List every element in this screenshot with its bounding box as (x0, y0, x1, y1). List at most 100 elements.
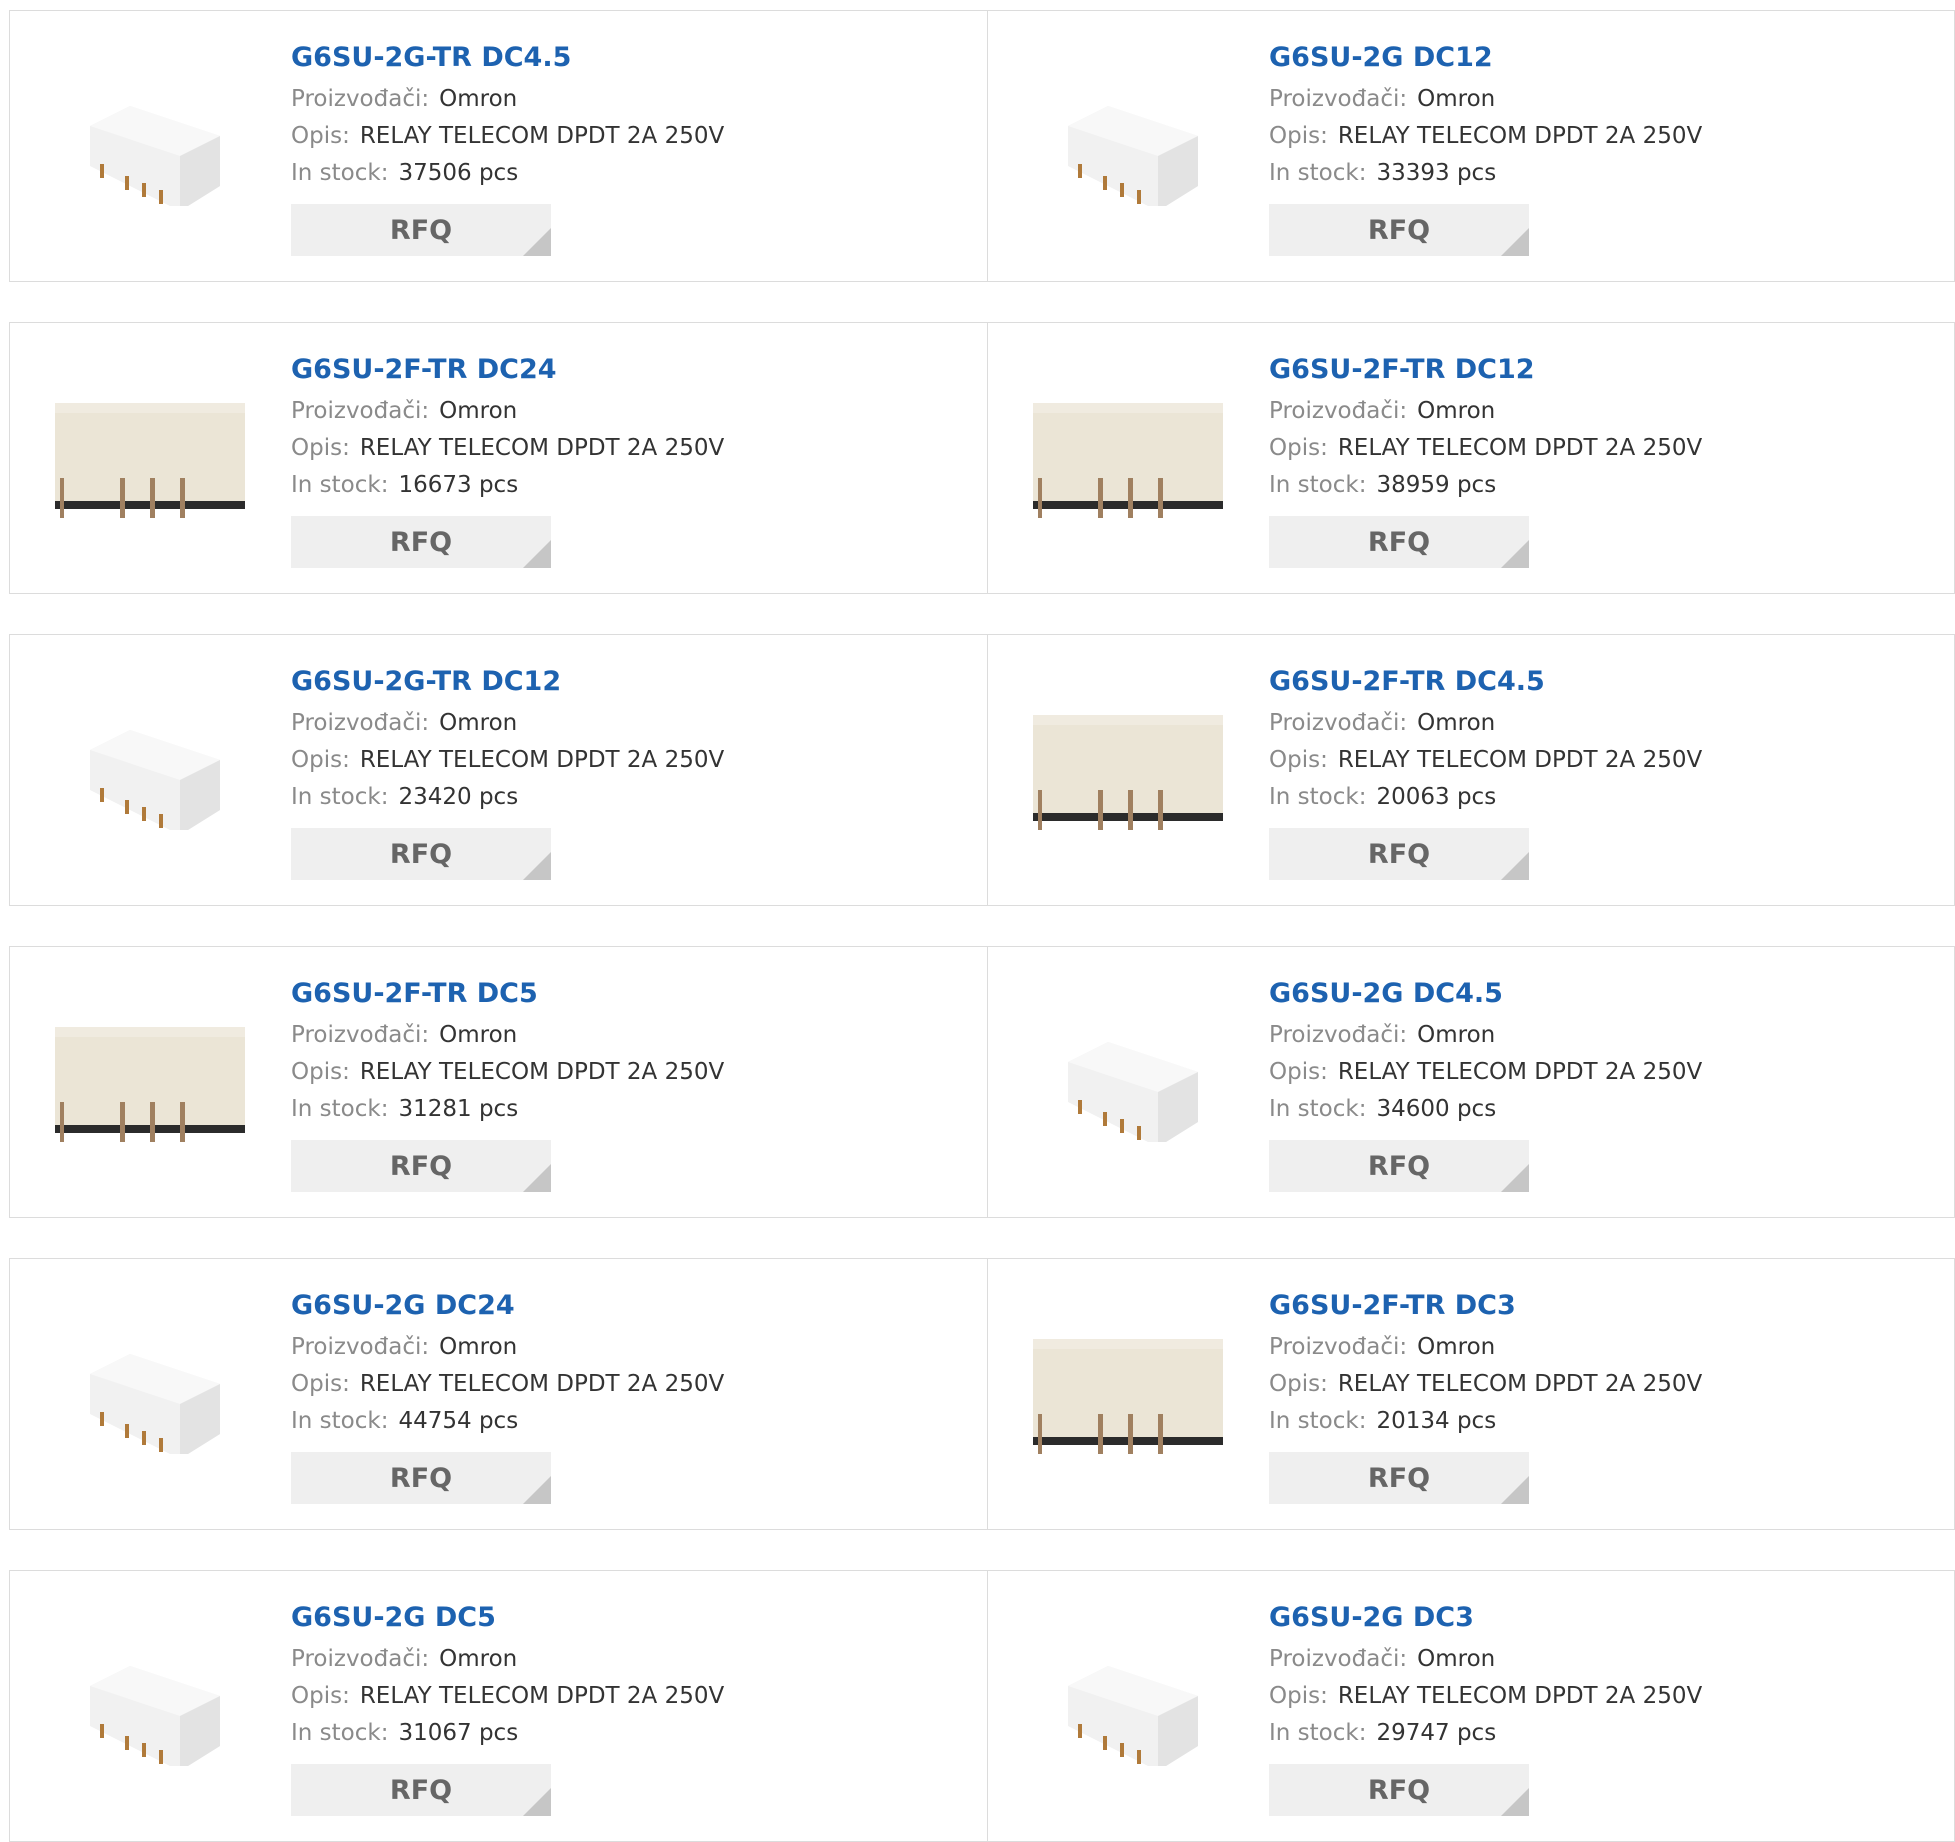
manufacturer-label: Proizvođači: (1269, 1646, 1408, 1672)
product-row: G6SU-2G-TR DC4.5 Proizvođači: Omron Opis: RE… (9, 10, 1955, 282)
stock-value: 38959 pcs (1376, 472, 1497, 498)
description-value: RELAY TELECOM DPDT 2A 250V (1337, 123, 1703, 149)
description-value: RELAY TELECOM DPDT 2A 250V (1337, 1059, 1703, 1085)
stock-label: In stock: (1269, 472, 1367, 498)
product-title-link[interactable]: G6SU-2G-TR DC12 (291, 665, 724, 699)
stock-line: In stock: 23420 pcs (291, 779, 724, 816)
rfq-label: RFQ (389, 214, 453, 246)
stock-value: 44754 pcs (398, 1408, 519, 1434)
product-row: G6SU-2F-TR DC5 Proizvođači: Omron Opis: RELA… (9, 946, 1955, 1218)
product-title-link[interactable]: G6SU-2G DC24 (291, 1289, 724, 1323)
description-line: Opis: RELAY TELECOM DPDT 2A 250V (1269, 1678, 1702, 1715)
rfq-button[interactable]: RFQ (1269, 204, 1529, 256)
rfq-label: RFQ (1367, 214, 1431, 246)
stock-value: 31067 pcs (398, 1720, 519, 1746)
description-value: RELAY TELECOM DPDT 2A 250V (1337, 1371, 1703, 1397)
product-image[interactable] (1028, 1611, 1228, 1801)
product-row: G6SU-2F-TR DC24 Proizvođači: Omron Opis: REL… (9, 322, 1955, 594)
corner-triangle-icon (1501, 540, 1529, 568)
description-line: Opis: RELAY TELECOM DPDT 2A 250V (291, 1054, 724, 1091)
rfq-label: RFQ (389, 1462, 453, 1494)
product-row: G6SU-2G-TR DC12 Proizvođači: Omron Opis: REL… (9, 634, 1955, 906)
description-line: Opis: RELAY TELECOM DPDT 2A 250V (1269, 1054, 1702, 1091)
description-line: Opis: RELAY TELECOM DPDT 2A 250V (291, 118, 724, 155)
manufacturer-label: Proizvođači: (1269, 398, 1408, 424)
description-line: Opis: RELAY TELECOM DPDT 2A 250V (291, 1678, 724, 1715)
corner-triangle-icon (1501, 228, 1529, 256)
product-image[interactable] (50, 675, 250, 865)
manufacturer-line: Proizvođači: Omron (291, 393, 724, 430)
stock-line: In stock: 33393 pcs (1269, 155, 1702, 192)
product-card: G6SU-2F-TR DC5 Proizvođači: Omron Opis: RELA… (10, 947, 988, 1217)
description-label: Opis: (291, 1371, 350, 1397)
stock-value: 16673 pcs (398, 472, 519, 498)
manufacturer-value: Omron (1417, 710, 1496, 736)
stock-value: 37506 pcs (398, 160, 519, 186)
manufacturer-value: Omron (439, 1334, 518, 1360)
rfq-button[interactable]: RFQ (291, 204, 551, 256)
stock-label: In stock: (291, 1408, 389, 1434)
corner-triangle-icon (523, 228, 551, 256)
rfq-button[interactable]: RFQ (1269, 516, 1529, 568)
description-line: Opis: RELAY TELECOM DPDT 2A 250V (1269, 742, 1702, 779)
rfq-button[interactable]: RFQ (291, 516, 551, 568)
product-title-link[interactable]: G6SU-2G-TR DC4.5 (291, 41, 724, 75)
description-line: Opis: RELAY TELECOM DPDT 2A 250V (1269, 430, 1702, 467)
product-image[interactable] (50, 1611, 250, 1801)
rfq-button[interactable]: RFQ (1269, 1452, 1529, 1504)
manufacturer-value: Omron (439, 398, 518, 424)
manufacturer-line: Proizvođači: Omron (291, 81, 724, 118)
product-title-link[interactable]: G6SU-2F-TR DC5 (291, 977, 724, 1011)
product-title-link[interactable]: G6SU-2F-TR DC24 (291, 353, 724, 387)
product-image[interactable] (50, 363, 250, 553)
product-image[interactable] (1028, 987, 1228, 1177)
corner-triangle-icon (523, 1476, 551, 1504)
rfq-button[interactable]: RFQ (1269, 828, 1529, 880)
rfq-button[interactable]: RFQ (1269, 1764, 1529, 1816)
description-label: Opis: (291, 1059, 350, 1085)
manufacturer-label: Proizvođači: (291, 86, 430, 112)
description-label: Opis: (291, 747, 350, 773)
description-label: Opis: (291, 435, 350, 461)
product-image[interactable] (1028, 1299, 1228, 1489)
product-title-link[interactable]: G6SU-2F-TR DC12 (1269, 353, 1702, 387)
product-image[interactable] (1028, 363, 1228, 553)
manufacturer-value: Omron (1417, 398, 1496, 424)
product-title-link[interactable]: G6SU-2G DC12 (1269, 41, 1702, 75)
manufacturer-value: Omron (1417, 1646, 1496, 1672)
rfq-label: RFQ (1367, 526, 1431, 558)
manufacturer-value: Omron (439, 710, 518, 736)
stock-value: 20134 pcs (1376, 1408, 1497, 1434)
product-title-link[interactable]: G6SU-2G DC3 (1269, 1601, 1702, 1635)
corner-triangle-icon (1501, 1476, 1529, 1504)
corner-triangle-icon (523, 1788, 551, 1816)
manufacturer-line: Proizvođači: Omron (291, 1641, 724, 1678)
rfq-button[interactable]: RFQ (291, 1140, 551, 1192)
stock-line: In stock: 38959 pcs (1269, 467, 1702, 504)
manufacturer-line: Proizvođači: Omron (1269, 1329, 1702, 1366)
product-card: G6SU-2F-TR DC4.5 Proizvođači: Omron Opis: RE… (988, 635, 1955, 905)
rfq-button[interactable]: RFQ (291, 1452, 551, 1504)
product-title-link[interactable]: G6SU-2F-TR DC4.5 (1269, 665, 1702, 699)
rfq-label: RFQ (389, 526, 453, 558)
description-label: Opis: (1269, 1683, 1328, 1709)
product-title-link[interactable]: G6SU-2F-TR DC3 (1269, 1289, 1702, 1323)
product-image[interactable] (50, 51, 250, 241)
description-value: RELAY TELECOM DPDT 2A 250V (359, 435, 725, 461)
product-image[interactable] (50, 1299, 250, 1489)
rfq-button[interactable]: RFQ (1269, 1140, 1529, 1192)
product-title-link[interactable]: G6SU-2G DC4.5 (1269, 977, 1702, 1011)
rfq-button[interactable]: RFQ (291, 828, 551, 880)
product-card: G6SU-2F-TR DC12 Proizvođači: Omron Opis: REL… (988, 323, 1955, 593)
stock-label: In stock: (291, 472, 389, 498)
rfq-button[interactable]: RFQ (291, 1764, 551, 1816)
manufacturer-label: Proizvođači: (291, 1334, 430, 1360)
product-image[interactable] (1028, 675, 1228, 865)
description-label: Opis: (1269, 123, 1328, 149)
product-title-link[interactable]: G6SU-2G DC5 (291, 1601, 724, 1635)
manufacturer-line: Proizvođači: Omron (291, 1329, 724, 1366)
manufacturer-line: Proizvođači: Omron (1269, 393, 1702, 430)
description-label: Opis: (1269, 747, 1328, 773)
product-image[interactable] (1028, 51, 1228, 241)
product-image[interactable] (50, 987, 250, 1177)
